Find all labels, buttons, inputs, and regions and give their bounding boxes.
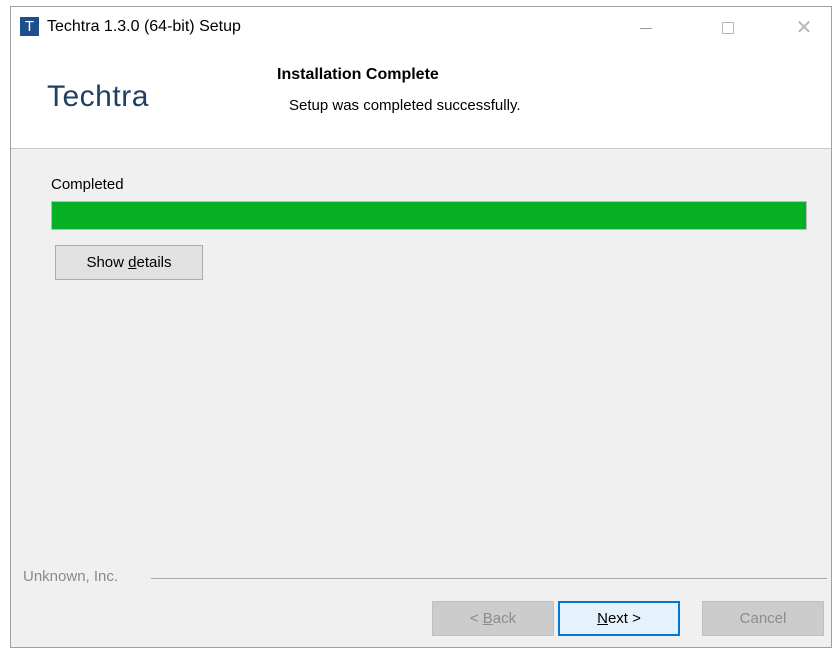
cancel-button[interactable]: Cancel	[702, 601, 824, 636]
close-button[interactable]: ✕	[781, 7, 827, 49]
minimize-button[interactable]	[623, 7, 669, 49]
show-details-button[interactable]: Show details	[55, 245, 203, 280]
cancel-label: Cancel	[739, 610, 787, 627]
page-title: Installation Complete	[277, 66, 439, 83]
setup-window: T Techtra 1.3.0 (64-bit) Setup ✕ Techtra…	[10, 6, 832, 648]
wizard-header: Techtra Installation Complete Setup was …	[11, 49, 831, 149]
next-button[interactable]: Next >	[558, 601, 680, 636]
show-details-label: Show details	[86, 254, 172, 271]
brand-logo: Techtra	[47, 80, 149, 113]
status-label: Completed	[51, 176, 124, 193]
maximize-icon	[722, 22, 734, 34]
back-button[interactable]: < Back	[432, 601, 554, 636]
close-icon: ✕	[795, 17, 813, 39]
page-subtitle: Setup was completed successfully.	[289, 97, 521, 114]
progress-fill	[52, 202, 806, 229]
window-title: Techtra 1.3.0 (64-bit) Setup	[47, 18, 241, 35]
next-label: Next >	[597, 610, 641, 627]
title-bar[interactable]: T Techtra 1.3.0 (64-bit) Setup ✕	[11, 7, 831, 49]
maximize-button[interactable]	[705, 7, 751, 49]
minimize-icon	[640, 27, 652, 29]
progress-bar	[51, 201, 807, 230]
app-icon: T	[20, 17, 39, 36]
footer-divider	[151, 578, 827, 579]
back-label: < Back	[469, 610, 517, 627]
footer-brand: Unknown, Inc.	[23, 568, 119, 585]
